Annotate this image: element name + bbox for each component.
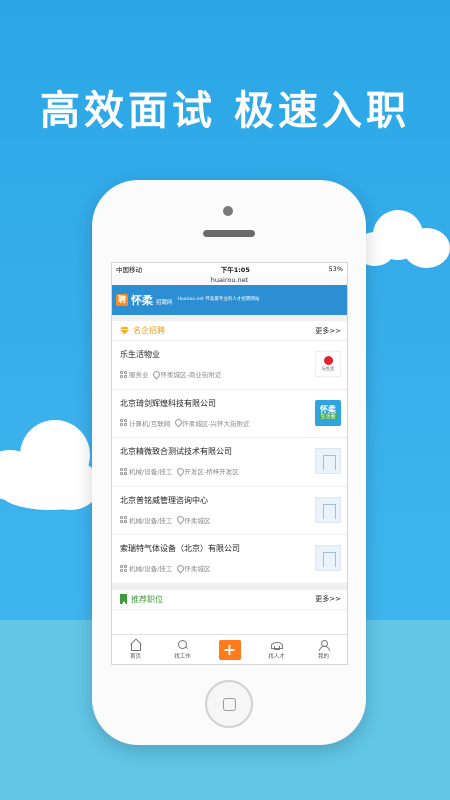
company-list: 乐生活物业 服务业 怀柔城区-商业街附近 乐生活 北京琦剑辉煌科技有限公司 计算… <box>112 341 347 584</box>
company-row[interactable]: 北京琦剑辉煌科技有限公司 计算机/互联网 怀柔城区-兴怀大街附近 怀柔 生活圈 <box>112 390 347 438</box>
company-row[interactable]: 索瑞特气体设备（北京）有限公司 机械/设备/技工 怀柔城区 <box>112 535 347 584</box>
url-bar[interactable]: huairou.net <box>112 275 347 285</box>
category-icon <box>120 467 127 475</box>
tab-label: 找人才 <box>268 653 285 660</box>
location-pin-icon <box>176 468 182 475</box>
category-icon <box>120 370 127 378</box>
headline: 高效面试 极速入职 <box>40 88 410 134</box>
company-location: 怀柔城区-兴怀大街附近 <box>182 419 250 428</box>
camera-dot <box>223 206 233 216</box>
company-industry: 计算机/互联网 <box>129 419 171 428</box>
company-logo-subtext: 生活圈 <box>319 414 337 420</box>
company-industry: 机械/设备/技工 <box>129 516 173 525</box>
company-name: 北京精微致合测试技术有限公司 <box>120 447 232 456</box>
tab-post[interactable]: + <box>212 639 248 660</box>
company-row[interactable]: 北京普铭威管理咨询中心 机械/设备/技工 怀柔城区 <box>112 487 347 535</box>
company-logo-text: 乐生活 <box>322 366 334 371</box>
company-name: 北京普铭威管理咨询中心 <box>120 495 208 505</box>
brand-bar: 聘 怀柔 招聘网 Huairou.net 怀柔最专业的人才招聘网站 <box>112 285 347 315</box>
company-logo-placeholder <box>315 496 341 523</box>
featured-section-header: 名企招聘 更多>> <box>112 321 347 341</box>
cloud-right <box>355 210 450 270</box>
company-industry: 机械/设备/技工 <box>129 565 173 573</box>
company-row[interactable]: 乐生活物业 服务业 怀柔城区-商业街附近 乐生活 <box>112 341 347 390</box>
company-logo-placeholder <box>315 545 341 571</box>
status-bar: 中国移动 下午1:05 53% <box>112 263 347 275</box>
tab-find-talent[interactable]: 找人才 <box>259 640 295 660</box>
brand-logo-icon: 聘 <box>116 294 128 306</box>
company-name: 索瑞特气体设备（北京）有限公司 <box>120 544 240 553</box>
featured-section-title: 名企招聘 <box>133 326 165 335</box>
tab-bar: 首页 找工作 + 找人才 我的 <box>112 634 347 664</box>
brand-sub: 招聘网 <box>156 300 173 306</box>
location-pin-icon <box>153 371 159 378</box>
company-logo: 怀柔 生活圈 <box>315 399 341 426</box>
company-logo: 乐生活 <box>315 351 341 377</box>
tab-label: 首页 <box>129 653 141 660</box>
company-location: 怀柔城区 <box>184 516 211 525</box>
company-logo-text: 怀柔 <box>320 405 336 414</box>
company-industry: 机械/设备/技工 <box>129 468 173 476</box>
clock: 下午1:05 <box>220 266 250 274</box>
battery-label: 53% <box>328 265 343 273</box>
brand-name: 怀柔 <box>131 294 153 307</box>
company-industry: 服务业 <box>129 371 149 379</box>
category-icon <box>120 419 127 426</box>
featured-more-link[interactable]: 更多>> <box>315 326 341 336</box>
person-icon <box>318 639 330 651</box>
recommended-section-header: 推荐职位 更多>> <box>112 589 347 610</box>
diamond-icon <box>120 326 129 335</box>
carrier-label: 中国移动 <box>116 266 142 274</box>
tab-label: 找工作 <box>174 653 191 660</box>
company-logo-placeholder <box>315 448 341 474</box>
location-pin-icon <box>176 565 182 572</box>
phone-frame: 中国移动 下午1:05 53% huairou.net 聘 怀柔 招聘网 Hua… <box>92 180 366 745</box>
recommended-more-link[interactable]: 更多>> <box>315 594 341 604</box>
company-name: 北京琦剑辉煌科技有限公司 <box>120 398 216 408</box>
tab-mine[interactable]: 我的 <box>306 639 342 660</box>
recommended-section-title: 推荐职位 <box>131 594 163 604</box>
company-location: 怀柔城区-商业街附近 <box>160 371 222 379</box>
company-name: 乐生活物业 <box>120 350 160 359</box>
search-icon <box>177 639 188 650</box>
company-row[interactable]: 北京精微致合测试技术有限公司 机械/设备/技工 开发区-桥梓开发区 <box>112 438 347 487</box>
tab-home[interactable]: 首页 <box>118 640 154 660</box>
phone-screen: 中国移动 下午1:05 53% huairou.net 聘 怀柔 招聘网 Hua… <box>111 262 348 665</box>
category-icon <box>120 516 127 523</box>
cloud-left <box>0 420 100 510</box>
home-button[interactable] <box>205 680 253 728</box>
home-icon <box>130 640 141 651</box>
brand-tagline: Huairou.net 怀柔最专业的人才招聘网站 <box>177 297 260 302</box>
company-location: 开发区-桥梓开发区 <box>184 468 239 476</box>
location-pin-icon <box>176 516 182 523</box>
bookmark-icon <box>120 594 127 604</box>
tab-label: 我的 <box>317 653 329 660</box>
speaker-grille <box>203 230 255 237</box>
cap-icon <box>271 640 283 650</box>
location-pin-icon <box>174 419 180 426</box>
plus-icon: + <box>218 639 241 660</box>
company-location: 怀柔城区 <box>184 565 211 573</box>
category-icon <box>120 564 127 572</box>
tab-find-job[interactable]: 找工作 <box>165 639 201 660</box>
